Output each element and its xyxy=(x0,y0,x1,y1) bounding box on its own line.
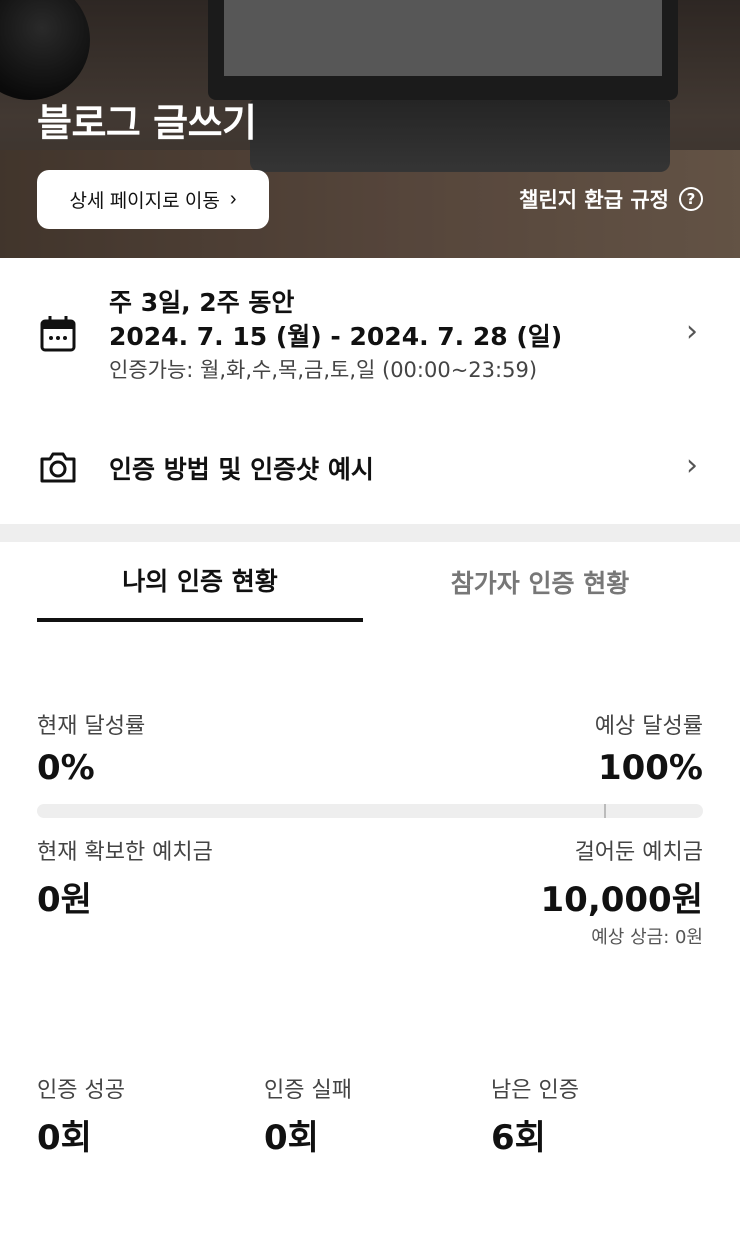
chevron-right-icon: › xyxy=(686,314,698,349)
section-divider xyxy=(0,524,740,542)
deposit-label: 걸어둔 예치금 xyxy=(574,840,703,865)
current-rate-label: 현재 달성률 xyxy=(37,714,146,739)
achievement-progress-bar xyxy=(37,804,703,818)
success-count-label: 인증 성공 xyxy=(37,1078,125,1103)
tab-participant-status[interactable]: 참가자 인증 현황 xyxy=(377,542,703,622)
current-rate-value: 0% xyxy=(37,748,95,788)
expected-rate-value: 100% xyxy=(597,748,703,788)
schedule-row[interactable]: 주 3일, 2주 동안 2024. 7. 15 (월) - 2024. 7. 2… xyxy=(0,280,740,390)
expected-rate-label: 예상 달성률 xyxy=(594,714,703,739)
expected-prize: 예상 상금: 0원 xyxy=(591,927,703,948)
proof-method-label: 인증 방법 및 인증샷 예시 xyxy=(109,455,374,484)
schedule-available-days: 인증가능: 월,화,수,목,금,토,일 (00:00~23:59) xyxy=(109,358,538,382)
detail-page-button-label: 상세 페이지로 이동 xyxy=(69,191,220,212)
tab-my-status[interactable]: 나의 인증 현황 xyxy=(37,542,363,622)
refund-policy-link[interactable]: 챌린지 환급 규정 ? xyxy=(519,184,703,214)
detail-page-button[interactable]: 상세 페이지로 이동 › xyxy=(37,170,269,229)
remaining-count-value: 6회 xyxy=(491,1118,546,1158)
chevron-right-icon: › xyxy=(686,448,698,483)
success-count-value: 0회 xyxy=(37,1118,92,1158)
question-circle-icon: ? xyxy=(679,187,703,211)
fail-count-value: 0회 xyxy=(264,1118,319,1158)
schedule-frequency: 주 3일, 2주 동안 xyxy=(109,288,295,317)
secured-deposit-label: 현재 확보한 예치금 xyxy=(37,840,213,865)
status-tabs: 나의 인증 현황 참가자 인증 현황 xyxy=(0,542,740,622)
progress-marker xyxy=(604,804,606,818)
calendar-icon xyxy=(40,316,76,352)
camera-icon xyxy=(40,452,76,483)
secured-deposit-value: 0원 xyxy=(37,880,92,920)
chevron-right-icon: › xyxy=(229,188,237,210)
schedule-period: 2024. 7. 15 (월) - 2024. 7. 28 (일) xyxy=(109,322,563,351)
fail-count-label: 인증 실패 xyxy=(264,1078,352,1103)
remaining-count-label: 남은 인증 xyxy=(491,1078,579,1103)
challenge-title: 블로그 글쓰기 xyxy=(37,101,257,145)
deposit-value: 10,000원 xyxy=(540,880,703,920)
proof-method-row[interactable]: 인증 방법 및 인증샷 예시 › xyxy=(0,440,740,496)
refund-policy-label: 챌린지 환급 규정 xyxy=(519,188,669,212)
